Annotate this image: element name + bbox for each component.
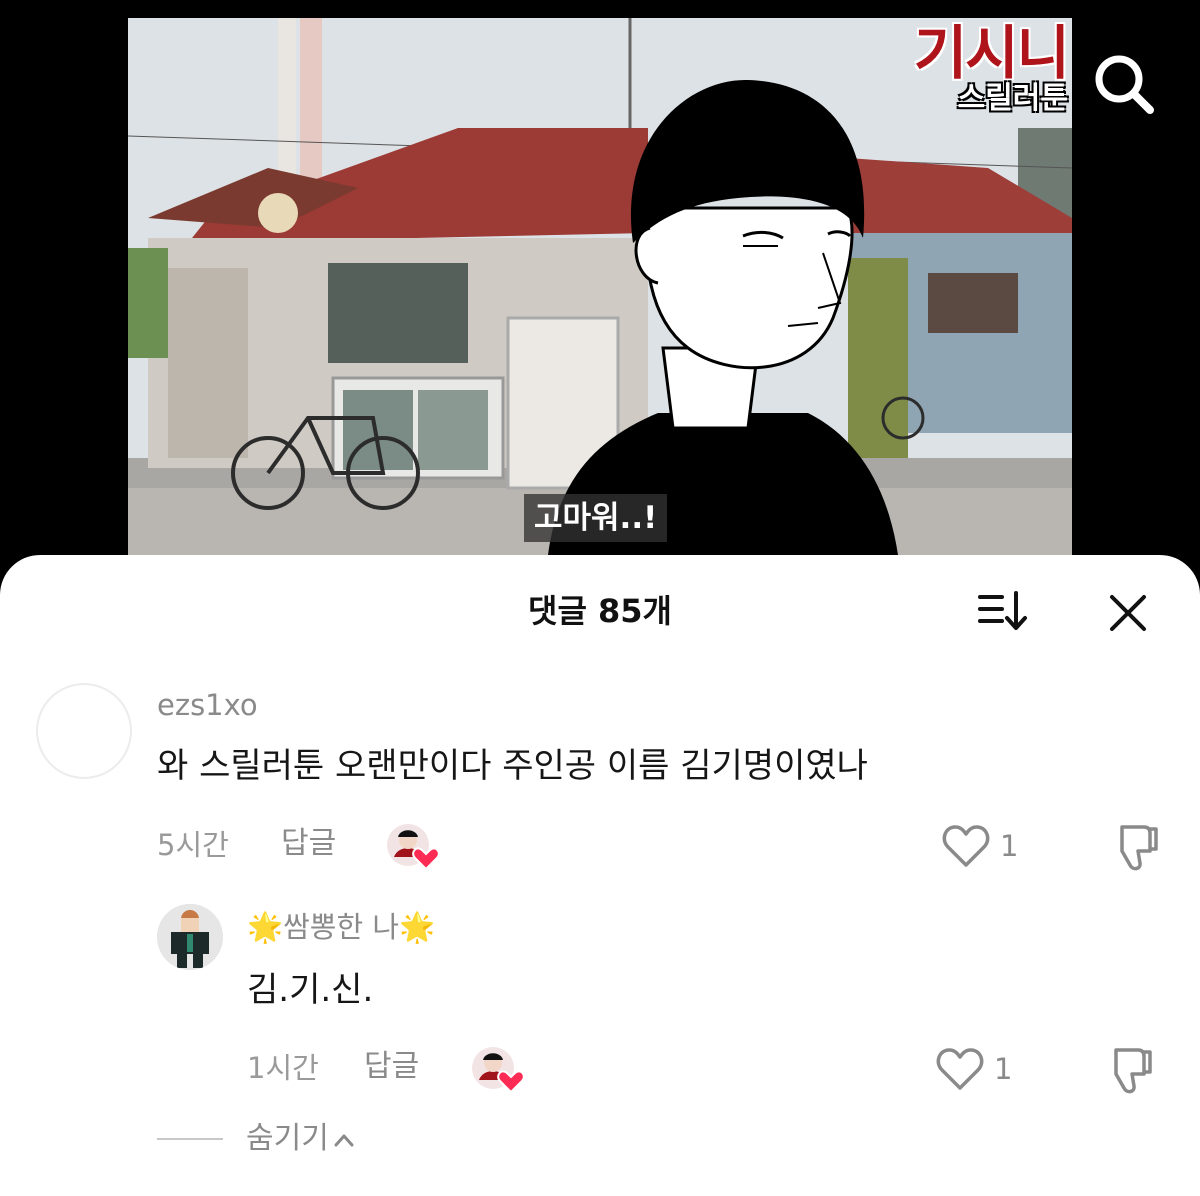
creator-avatar-heart-icon [472, 1047, 525, 1094]
heart-outline-icon [936, 1048, 984, 1090]
close-icon [1110, 595, 1146, 631]
comment-timestamp: 5시간 [157, 828, 229, 862]
like-count: 1 [1000, 829, 1019, 863]
like-button[interactable] [940, 823, 992, 869]
comment-username[interactable]: ezs1xo [157, 688, 258, 722]
close-button[interactable] [1104, 589, 1152, 637]
hide-replies-label: 숨기기 [246, 1121, 329, 1156]
comment-text: 와 스릴러툰 오랜만이다 주인공 이름 김기명이였나 [157, 746, 868, 786]
commenter-avatar[interactable] [36, 683, 132, 779]
heart-outline-icon [942, 825, 990, 867]
search-icon [1095, 55, 1154, 114]
video-frame[interactable]: 기시니 스릴러툰 고마워..! [128, 18, 1072, 555]
thumbs-down-icon [1114, 1048, 1152, 1094]
channel-logo: 기시니 스릴러툰 [913, 19, 1070, 116]
thumbs-down-icon [1120, 825, 1158, 871]
reply-username[interactable]: 🌟쌈뽕한 나🌟 [247, 910, 435, 944]
search-button[interactable] [1088, 48, 1160, 120]
creator-liked-badge [386, 823, 442, 871]
replies-divider [157, 1138, 223, 1140]
reply-reply-button[interactable]: 답글 [364, 1050, 419, 1084]
sort-button[interactable] [976, 589, 1032, 633]
creator-avatar-heart-icon [387, 824, 440, 871]
reply-creator-liked-badge [471, 1046, 527, 1094]
reply-timestamp: 1시간 [247, 1051, 319, 1085]
reply-like-count: 1 [994, 1052, 1013, 1086]
channel-logo-subtitle: 스릴러툰 [957, 81, 1068, 116]
reply-avatar-image [157, 904, 223, 970]
chevron-up-icon [334, 1134, 354, 1146]
reply-dislike-button[interactable] [1102, 1046, 1154, 1096]
reply-text: 김.기.신. [247, 970, 374, 1010]
reply-avatar[interactable] [157, 904, 223, 970]
hide-replies-button[interactable]: 숨기기 [246, 1121, 355, 1157]
reply-like-button[interactable] [934, 1046, 986, 1092]
video-caption: 고마워..! [524, 494, 668, 542]
channel-logo-title: 기시니 [913, 19, 1070, 87]
dislike-button[interactable] [1108, 823, 1160, 873]
comments-sheet: 댓글 85개 ezs1xo 와 스릴러툰 오랜만이다 주인공 이름 김기명이였나… [0, 555, 1200, 1196]
reply-button[interactable]: 답글 [281, 827, 336, 861]
sort-icon [978, 591, 1027, 630]
